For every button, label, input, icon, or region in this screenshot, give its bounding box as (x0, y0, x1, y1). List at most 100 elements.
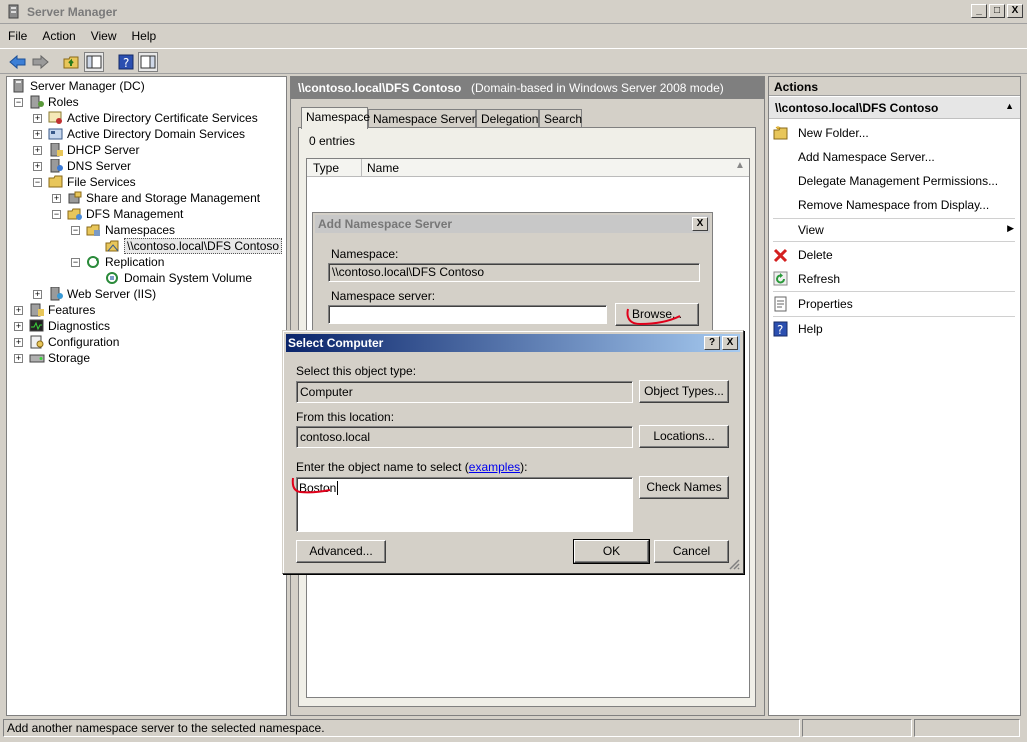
server-manager-icon (8, 4, 19, 19)
action-properties[interactable]: Properties (773, 294, 1016, 314)
tree-node-dfs-management[interactable]: DFS Management (67, 206, 183, 222)
object-type-field: Computer (296, 381, 633, 403)
actions-context-header[interactable]: \\contoso.local\DFS Contoso ▲ (769, 97, 1020, 119)
tree-node-domain-system-volume[interactable]: Domain System Volume (105, 270, 252, 286)
window-title: Server Manager (27, 5, 118, 19)
resize-grip-icon[interactable] (728, 558, 740, 570)
status-panel-2 (802, 719, 912, 737)
tree-node-ad-ds[interactable]: Active Directory Domain Services (48, 126, 245, 142)
minimize-button[interactable]: _ (971, 4, 987, 18)
menu-file[interactable]: File (0, 26, 34, 43)
collapse-toggle[interactable]: − (33, 178, 42, 187)
locations-button[interactable]: Locations... (639, 425, 729, 448)
tree-node-features[interactable]: Features (29, 302, 95, 318)
replication-icon (87, 256, 99, 268)
namespaces-icon (86, 224, 100, 236)
tree-node-dns[interactable]: DNS Server (48, 158, 131, 174)
collapse-toggle[interactable]: − (52, 210, 61, 219)
tree-node-namespace-contoso[interactable]: \\contoso.local\DFS Contoso (105, 238, 283, 254)
action-help[interactable]: ? Help (773, 319, 1016, 339)
menu-action[interactable]: Action (34, 26, 82, 43)
menu-view[interactable]: View (83, 26, 124, 43)
maximize-button[interactable]: □ (989, 4, 1005, 18)
tree-node-diagnostics[interactable]: Diagnostics (29, 318, 110, 334)
examples-link[interactable]: examples (469, 460, 520, 474)
object-name-label-text: Enter the object name to select ( (296, 460, 469, 474)
tree-node-web-server[interactable]: Web Server (IIS) (48, 286, 156, 302)
tree-node-namespaces[interactable]: Namespaces (86, 222, 175, 238)
tree-node-roles[interactable]: Roles (29, 94, 79, 110)
tab-namespace-servers[interactable]: Namespace Servers (368, 109, 482, 128)
namespace-field: \\contoso.local\DFS Contoso (328, 263, 700, 282)
action-remove-namespace[interactable]: Remove Namespace from Display... (773, 195, 1016, 215)
properties-icon (774, 296, 787, 312)
menu-help[interactable]: Help (124, 26, 164, 43)
show-hide-action-pane-icon[interactable] (138, 52, 158, 72)
action-label: Delegate Management Permissions... (798, 174, 999, 188)
console-tree: Server Manager (DC) − Roles + Active Dir… (6, 76, 287, 716)
collapse-toggle[interactable]: − (71, 258, 80, 267)
expand-toggle[interactable]: + (14, 338, 23, 347)
tab-delegation[interactable]: Delegation (476, 109, 539, 128)
expand-toggle[interactable]: + (33, 162, 42, 171)
up-folder-icon[interactable] (62, 52, 82, 72)
entries-count: 0 entries (309, 134, 356, 148)
collapse-toggle[interactable]: − (71, 226, 80, 235)
actions-header: Actions (769, 77, 1020, 96)
tab-namespace[interactable]: Namespace (301, 107, 370, 129)
tree-label: Features (48, 303, 96, 317)
expand-toggle[interactable]: + (14, 354, 23, 363)
tree-node-server-manager[interactable]: Server Manager (DC) (11, 78, 145, 94)
expand-toggle[interactable]: + (33, 114, 42, 123)
action-refresh[interactable]: Refresh (773, 269, 1016, 289)
browse-button[interactable]: Browse... (615, 303, 699, 326)
list-header: Type Name ▲ (307, 159, 749, 177)
show-hide-tree-icon[interactable] (84, 52, 104, 72)
object-types-button[interactable]: Object Types... (639, 380, 729, 403)
action-view[interactable]: View ▶ (773, 220, 1016, 240)
namespace-server-input[interactable] (328, 305, 607, 324)
back-arrow-icon[interactable] (8, 52, 28, 72)
action-add-namespace-server[interactable]: Add Namespace Server... (773, 147, 1016, 167)
tree-node-replication[interactable]: Replication (86, 254, 164, 270)
dialog-close-button[interactable]: X (722, 336, 738, 350)
dialog-help-button[interactable]: ? (704, 336, 720, 350)
column-name[interactable]: Name (367, 161, 399, 175)
advanced-button[interactable]: Advanced... (296, 540, 386, 563)
check-names-button[interactable]: Check Names (639, 476, 729, 499)
tree-node-storage[interactable]: Storage (29, 350, 90, 366)
collapse-arrow-icon[interactable]: ▲ (1005, 101, 1014, 111)
dialog-titlebar: Add Namespace Server X (315, 215, 710, 233)
tree-node-share-storage[interactable]: Share and Storage Management (67, 190, 260, 206)
collapse-toggle[interactable]: − (14, 98, 23, 107)
tab-search[interactable]: Search (539, 109, 582, 128)
object-name-input[interactable]: Boston (296, 477, 633, 532)
expand-toggle[interactable]: + (33, 146, 42, 155)
dialog-close-button[interactable]: X (692, 217, 708, 231)
results-title: \\contoso.local\DFS Contoso (298, 81, 462, 95)
tree-label: DNS Server (67, 159, 132, 173)
tree-node-configuration[interactable]: Configuration (29, 334, 119, 350)
forward-arrow-icon[interactable] (30, 52, 50, 72)
tree-node-dhcp[interactable]: DHCP Server (48, 142, 139, 158)
expand-toggle[interactable]: + (52, 194, 61, 203)
ok-button[interactable]: OK (573, 539, 650, 564)
dialog-title: Select Computer (288, 336, 384, 350)
results-header: \\contoso.local\DFS Contoso (Domain-base… (291, 77, 764, 99)
tree-node-file-services[interactable]: File Services (48, 174, 136, 190)
help-toolbar-icon[interactable]: ? (116, 52, 136, 72)
action-delete[interactable]: Delete (773, 245, 1016, 265)
column-type[interactable]: Type (313, 161, 339, 175)
cancel-button[interactable]: Cancel (654, 540, 729, 563)
tree-label: Share and Storage Management (86, 191, 261, 205)
actions-pane: Actions \\contoso.local\DFS Contoso ▲ Ne… (768, 76, 1021, 716)
expand-toggle[interactable]: + (14, 322, 23, 331)
tree-label: Roles (48, 95, 79, 109)
action-new-folder[interactable]: New Folder... (773, 123, 1016, 143)
action-delegate-permissions[interactable]: Delegate Management Permissions... (773, 171, 1016, 191)
expand-toggle[interactable]: + (33, 290, 42, 299)
expand-toggle[interactable]: + (33, 130, 42, 139)
tree-node-ad-cs[interactable]: Active Directory Certificate Services (48, 110, 258, 126)
expand-toggle[interactable]: + (14, 306, 23, 315)
close-button[interactable]: X (1007, 4, 1023, 18)
